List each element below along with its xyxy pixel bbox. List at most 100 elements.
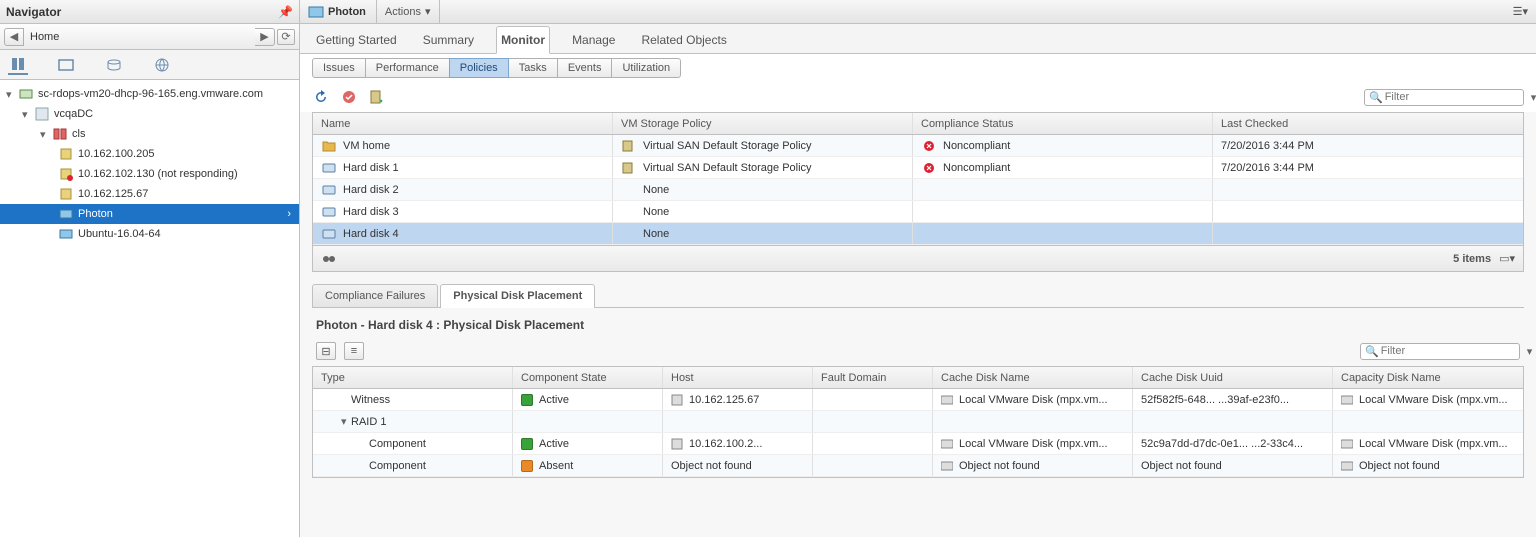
disk-icon xyxy=(321,183,337,197)
state-green-icon xyxy=(521,438,533,450)
actions-menu[interactable]: Actions▾ xyxy=(376,0,440,23)
subtab-tasks[interactable]: Tasks xyxy=(508,58,558,78)
host-error-icon xyxy=(58,166,74,182)
policy-icon xyxy=(621,161,637,175)
col-uuid[interactable]: Cache Disk Uuid xyxy=(1133,367,1333,388)
grid-row[interactable]: Hard disk 1Virtual SAN Default Storage P… xyxy=(313,157,1523,179)
expand-all-icon[interactable]: ⊟ xyxy=(316,342,336,360)
hosts-clusters-tab-icon[interactable] xyxy=(8,55,28,75)
vm-title-text: Photon xyxy=(328,6,366,18)
nav-back-button[interactable]: ◀ xyxy=(4,28,24,46)
placement-row[interactable]: ▾RAID 1 xyxy=(313,411,1523,433)
tab-compliance-failures[interactable]: Compliance Failures xyxy=(312,284,438,307)
grid-footer: 5 items ▭▾ xyxy=(313,245,1523,271)
tree-label: Ubuntu-16.04-64 xyxy=(78,228,161,240)
tab-monitor[interactable]: Monitor xyxy=(496,26,550,54)
grid-row[interactable]: Hard disk 4None xyxy=(313,223,1523,245)
col-fault[interactable]: Fault Domain xyxy=(813,367,933,388)
chevron-right-icon: › xyxy=(287,208,291,220)
tree-label: vcqaDC xyxy=(54,108,93,120)
tab-related[interactable]: Related Objects xyxy=(637,27,730,53)
items-count: 5 items xyxy=(1453,253,1491,265)
nav-forward-button[interactable]: ▶ xyxy=(255,28,275,46)
vm-icon xyxy=(58,206,74,222)
tab-physical-disk-placement[interactable]: Physical Disk Placement xyxy=(440,284,595,307)
col-policy[interactable]: VM Storage Policy xyxy=(613,113,913,134)
col-type[interactable]: Type xyxy=(313,367,513,388)
main-tabs: Getting Started Summary Monitor Manage R… xyxy=(300,24,1536,54)
nav-breadcrumb: ◀ Home ▶ ⟳ xyxy=(0,24,299,50)
storage-tab-icon[interactable] xyxy=(104,55,124,75)
disk-icon xyxy=(321,227,337,241)
detail-toolbar: ⊟ ≡ 🔍 ▾ xyxy=(300,338,1536,364)
vms-tab-icon[interactable] xyxy=(56,55,76,75)
col-last-checked[interactable]: Last Checked xyxy=(1213,113,1523,134)
error-icon xyxy=(921,139,937,153)
placement-grid: Type Component State Host Fault Domain C… xyxy=(312,366,1524,478)
col-cache[interactable]: Cache Disk Name xyxy=(933,367,1133,388)
tree-label: sc-rdops-vm20-dhcp-96-165.eng.vmware.com xyxy=(38,88,263,100)
disk-icon xyxy=(1341,461,1355,471)
grid-row[interactable]: Hard disk 2None xyxy=(313,179,1523,201)
cluster-icon xyxy=(52,126,68,142)
host-icon xyxy=(58,146,74,162)
subtab-policies[interactable]: Policies xyxy=(449,58,509,78)
navigator-sidebar: Navigator 📌 ◀ Home ▶ ⟳ ▾sc-rdops-vm20-dh… xyxy=(0,0,300,537)
col-name[interactable]: Name xyxy=(313,113,613,134)
monitor-sub-tabs: Issues Performance Policies Tasks Events… xyxy=(300,54,1536,82)
refresh-icon[interactable] xyxy=(312,88,330,106)
col-capacity[interactable]: Capacity Disk Name xyxy=(1333,367,1523,388)
disk-icon xyxy=(321,161,337,175)
main-header: Photon Actions▾ ☰▾ xyxy=(300,0,1536,24)
tab-manage[interactable]: Manage xyxy=(568,27,619,53)
export-icon[interactable]: ▭▾ xyxy=(1499,252,1515,265)
settings-icon[interactable]: ☰▾ xyxy=(1513,5,1528,18)
tree-cluster[interactable]: ▾cls xyxy=(0,124,299,144)
subtab-events[interactable]: Events xyxy=(557,58,613,78)
find-icon[interactable] xyxy=(321,252,339,266)
tree-host[interactable]: 10.162.125.67 xyxy=(0,184,299,204)
tree-label: cls xyxy=(72,128,85,140)
vm-icon xyxy=(58,226,74,242)
tree-datacenter[interactable]: ▾vcqaDC xyxy=(0,104,299,124)
filter-dropdown-icon[interactable]: ▾ xyxy=(1523,345,1533,358)
tree-vcenter[interactable]: ▾sc-rdops-vm20-dhcp-96-165.eng.vmware.co… xyxy=(0,84,299,104)
subtab-performance[interactable]: Performance xyxy=(365,58,450,78)
tab-summary[interactable]: Summary xyxy=(419,27,478,53)
network-tab-icon[interactable] xyxy=(152,55,172,75)
check-compliance-icon[interactable] xyxy=(340,88,358,106)
placement-row[interactable]: ComponentActive10.162.100.2...Local VMwa… xyxy=(313,433,1523,455)
grid-row[interactable]: VM homeVirtual SAN Default Storage Polic… xyxy=(313,135,1523,157)
nav-history-button[interactable]: ⟳ xyxy=(277,29,295,45)
tree-vm-photon[interactable]: Photon› xyxy=(0,204,299,224)
reapply-policy-icon[interactable] xyxy=(368,88,386,106)
tree-label: 10.162.125.67 xyxy=(78,188,148,200)
vcenter-icon xyxy=(18,86,34,102)
tree-host[interactable]: 10.162.102.130 (not responding) xyxy=(0,164,299,184)
grid-row[interactable]: Hard disk 3None xyxy=(313,201,1523,223)
inventory-tabs xyxy=(0,50,299,80)
collapse-all-icon[interactable]: ≡ xyxy=(344,342,364,360)
col-host[interactable]: Host xyxy=(663,367,813,388)
tree-host[interactable]: 10.162.100.205 xyxy=(0,144,299,164)
placement-row[interactable]: ComponentAbsentObject not foundObject no… xyxy=(313,455,1523,477)
col-state[interactable]: Component State xyxy=(513,367,663,388)
filter-dropdown-icon[interactable]: ▾ xyxy=(1527,91,1536,104)
subtab-issues[interactable]: Issues xyxy=(312,58,366,78)
filter-input[interactable] xyxy=(1385,91,1527,103)
tab-getting-started[interactable]: Getting Started xyxy=(312,27,401,53)
detail-filter-box[interactable]: 🔍 ▾ xyxy=(1360,343,1520,360)
disk-icon xyxy=(941,439,955,449)
nav-home-label[interactable]: Home xyxy=(30,31,255,43)
tree-vm[interactable]: Ubuntu-16.04-64 xyxy=(0,224,299,244)
search-icon: 🔍 xyxy=(1365,345,1379,358)
expand-icon[interactable]: ▾ xyxy=(341,415,351,428)
placement-row[interactable]: WitnessActive10.162.125.67Local VMware D… xyxy=(313,389,1523,411)
detail-filter-input[interactable] xyxy=(1381,345,1523,357)
filter-box[interactable]: 🔍 ▾ xyxy=(1364,89,1524,106)
col-compliance[interactable]: Compliance Status xyxy=(913,113,1213,134)
subtab-utilization[interactable]: Utilization xyxy=(611,58,681,78)
pin-icon[interactable]: 📌 xyxy=(278,5,293,19)
policy-icon xyxy=(621,139,637,153)
host-icon xyxy=(671,438,685,450)
